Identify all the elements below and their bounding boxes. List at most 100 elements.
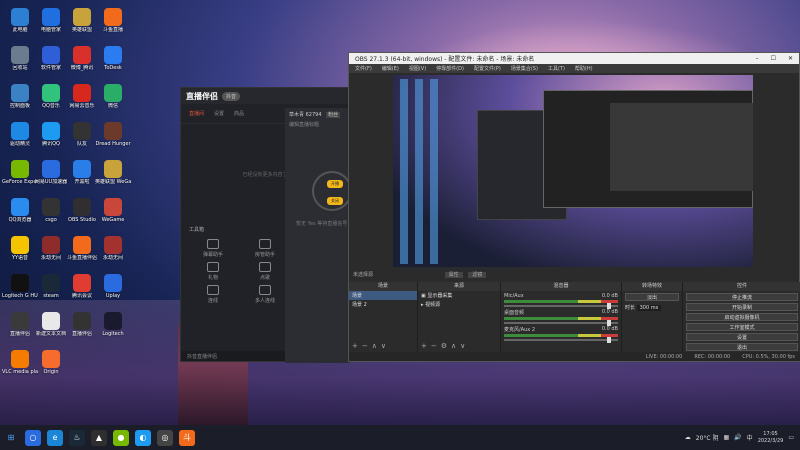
volume-slider[interactable] (504, 303, 618, 309)
tool-item[interactable]: 房管助手 (241, 239, 289, 258)
mixer-channel: 桌面音频 0.0 dB (504, 309, 618, 326)
tool-item[interactable]: 连线 (189, 285, 237, 304)
app-icon (42, 274, 60, 292)
network-icon[interactable]: ▦ (724, 434, 730, 441)
filters-button[interactable]: 滤镜 (468, 272, 487, 278)
control-button[interactable]: 工作室模式 (686, 323, 798, 331)
app-icon (11, 312, 29, 330)
maximize-icon[interactable]: ☐ (771, 55, 776, 62)
menu-item[interactable]: 文件(F) (355, 65, 372, 72)
scene-item[interactable]: 场景 2 (349, 300, 417, 309)
app-icon (104, 8, 122, 26)
clock-date: 2022/3/29 (757, 437, 784, 444)
source-name: 显示器采集 (427, 293, 453, 299)
slider-handle[interactable] (606, 303, 611, 309)
source-controls[interactable]: +−⚙∧∨ (421, 342, 469, 350)
desktop-icon[interactable]: Dread Hunger (95, 122, 131, 160)
control-button[interactable]: 设置 (686, 333, 798, 341)
app-icon (73, 84, 91, 102)
app-icon (11, 350, 29, 368)
tool-item[interactable]: 多人连线 (241, 285, 289, 304)
app-icon (104, 198, 122, 216)
volume-slider[interactable] (504, 337, 618, 343)
desktop-icon[interactable]: WeGame (95, 198, 131, 236)
control-button[interactable]: 启动虚拟摄像机 (686, 313, 798, 321)
obs-window[interactable]: OBS 27.1.3 (64-bit, windows) - 配置文件: 未命名… (348, 52, 800, 362)
search-icon[interactable]: ○ (25, 429, 41, 446)
menu-item[interactable]: 场景集合(S) (511, 65, 538, 72)
douyin-badge[interactable]: 抖音 (222, 91, 241, 101)
qq-icon[interactable]: ◐ (135, 429, 151, 446)
scene-controls[interactable]: +−∧∨ (352, 342, 390, 350)
edit-title-link[interactable]: 编辑直播标题 (289, 121, 340, 128)
notification-icon[interactable]: ▭ (788, 434, 794, 441)
start-live-button[interactable]: 开播 (327, 180, 343, 188)
steam-icon[interactable]: ♨ (69, 429, 85, 446)
menu-item[interactable]: 停靠部件(D) (436, 65, 464, 72)
weather-icon[interactable]: ☁ (685, 434, 691, 441)
desktop-icon[interactable]: 斗鱼直播 (95, 8, 131, 46)
properties-button[interactable]: 属性 (444, 272, 463, 278)
nvidia-icon[interactable]: ▲ (91, 429, 107, 446)
menu-item[interactable]: 帮助(H) (575, 65, 593, 72)
app-icon (11, 8, 29, 26)
app-icon (42, 198, 60, 216)
obs-titlebar: OBS 27.1.3 (64-bit, windows) - 配置文件: 未命名… (349, 53, 799, 64)
volume-icon[interactable]: 🔊 (734, 434, 741, 441)
tab-goods[interactable]: 商品 (234, 110, 244, 117)
desktop-icon[interactable]: ToDesk (95, 46, 131, 84)
tool-label: 礼物 (207, 275, 218, 281)
tool-icon (207, 262, 219, 272)
menu-item[interactable]: 配置文件(P) (474, 65, 501, 72)
control-button[interactable]: 停止推流 (686, 293, 798, 301)
desktop-icon-label: Dread Hunger (95, 141, 131, 147)
desktop-icon[interactable]: Origin (33, 350, 69, 388)
level-meter (504, 317, 618, 320)
tool-item[interactable]: 弹幕助手 (189, 239, 237, 258)
desktop-icon[interactable]: Logitech (95, 312, 131, 350)
tab-settings[interactable]: 设置 (214, 110, 224, 117)
app-icon (11, 274, 29, 292)
control-button[interactable]: 开始录制 (686, 303, 798, 311)
tool-item[interactable]: 点歌 (241, 262, 289, 281)
volume-slider[interactable] (504, 320, 618, 326)
controls-dock-title: 控件 (683, 282, 800, 291)
weather-text[interactable]: 20°C 阴 (696, 433, 719, 442)
slider-handle[interactable] (606, 337, 611, 343)
source-item[interactable]: ▣ 显示器采集 (418, 291, 500, 300)
edge-icon[interactable]: e (47, 429, 63, 446)
scenes-dock-title: 场景 (349, 282, 417, 291)
desktop-icon-label: ToDesk (104, 65, 122, 71)
close-icon[interactable]: ✕ (788, 55, 793, 62)
sources-dock: 来源 ▣ 显示器采集 ▸ 视频源 +−⚙∧∨ (418, 282, 500, 352)
start-icon[interactable]: ⊞ (3, 430, 19, 446)
scene-item[interactable]: 场景 (349, 291, 417, 300)
close-button[interactable]: 关闭 (327, 197, 343, 205)
ime-indicator[interactable]: 中 (747, 433, 753, 442)
obs-icon[interactable]: ◎ (157, 429, 173, 446)
channel-name: 麦克风/Aux 2 (504, 327, 536, 333)
desktop-icon[interactable]: Uplay (95, 274, 131, 312)
menu-item[interactable]: 视图(V) (409, 65, 426, 72)
transitions-dock-title: 转场特效 (622, 282, 682, 291)
control-button[interactable]: 退出 (686, 343, 798, 351)
wechat-icon[interactable]: ● (113, 429, 129, 446)
obs-preview[interactable] (393, 75, 753, 267)
menu-item[interactable]: 编辑(E) (382, 65, 399, 72)
duration-input[interactable]: 300 ms (636, 305, 662, 311)
tool-icon (259, 285, 271, 295)
douyu-icon[interactable]: 斗 (179, 429, 195, 446)
desktop-icon[interactable]: 英雄联盟 WeGame版 (95, 160, 131, 198)
source-item[interactable]: ▸ 视频源 (418, 300, 500, 309)
tab-live-room[interactable]: 直播间 (189, 110, 204, 117)
slider-handle[interactable] (606, 320, 611, 326)
desktop-icon[interactable]: 微信 (95, 84, 131, 122)
tool-item[interactable]: 礼物 (189, 262, 237, 281)
clock[interactable]: 17:05 2022/3/29 (758, 431, 784, 445)
mixer-dock-title: 混音器 (501, 282, 621, 291)
minimize-icon[interactable]: – (756, 55, 759, 62)
anchor-name: 草木青 62794 (289, 112, 322, 118)
transition-select[interactable]: 淡出 (625, 293, 679, 301)
menu-item[interactable]: 工具(T) (548, 65, 565, 72)
desktop-icon[interactable]: 永劫无间 (95, 236, 131, 274)
